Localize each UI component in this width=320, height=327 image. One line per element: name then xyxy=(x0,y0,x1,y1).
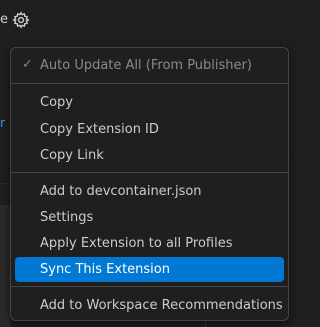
menu-item-apply-to-all-profiles[interactable]: Apply Extension to all Profiles xyxy=(15,231,284,256)
menu-item-label: Apply Extension to all Profiles xyxy=(40,236,233,251)
menu-item-copy[interactable]: Copy xyxy=(15,90,284,115)
menu-item-label: Auto Update All (From Publisher) xyxy=(40,58,252,73)
background-panel xyxy=(0,205,10,327)
menu-item-label: Add to Workspace Recommendations xyxy=(40,298,283,313)
menu-item-sync-this-extension[interactable]: Sync This Extension xyxy=(15,257,284,282)
menu-separator xyxy=(11,286,288,287)
background-link[interactable]: r xyxy=(0,116,5,130)
menu-item-auto-update-all[interactable]: ✓ Auto Update All (From Publisher) xyxy=(15,53,284,78)
gear-icon[interactable] xyxy=(12,11,30,29)
background-text: e xyxy=(0,12,8,27)
menu-item-copy-link[interactable]: Copy Link xyxy=(15,143,284,168)
menu-item-label: Copy Link xyxy=(40,148,104,163)
menu-item-add-to-workspace-recommendations[interactable]: Add to Workspace Recommendations xyxy=(15,293,284,318)
menu-separator xyxy=(11,83,288,84)
menu-separator xyxy=(11,172,288,173)
check-icon: ✓ xyxy=(22,57,33,72)
menu-item-settings[interactable]: Settings xyxy=(15,205,284,230)
menu-item-label: Copy xyxy=(40,95,73,110)
menu-item-add-to-devcontainer[interactable]: Add to devcontainer.json xyxy=(15,179,284,204)
menu-item-label: Add to devcontainer.json xyxy=(40,184,202,199)
context-menu: ✓ Auto Update All (From Publisher) Copy … xyxy=(10,47,289,321)
menu-item-label: Copy Extension ID xyxy=(40,122,159,137)
menu-item-label: Sync This Extension xyxy=(40,262,170,277)
menu-item-label: Settings xyxy=(40,210,94,225)
menu-item-copy-extension-id[interactable]: Copy Extension ID xyxy=(15,117,284,142)
